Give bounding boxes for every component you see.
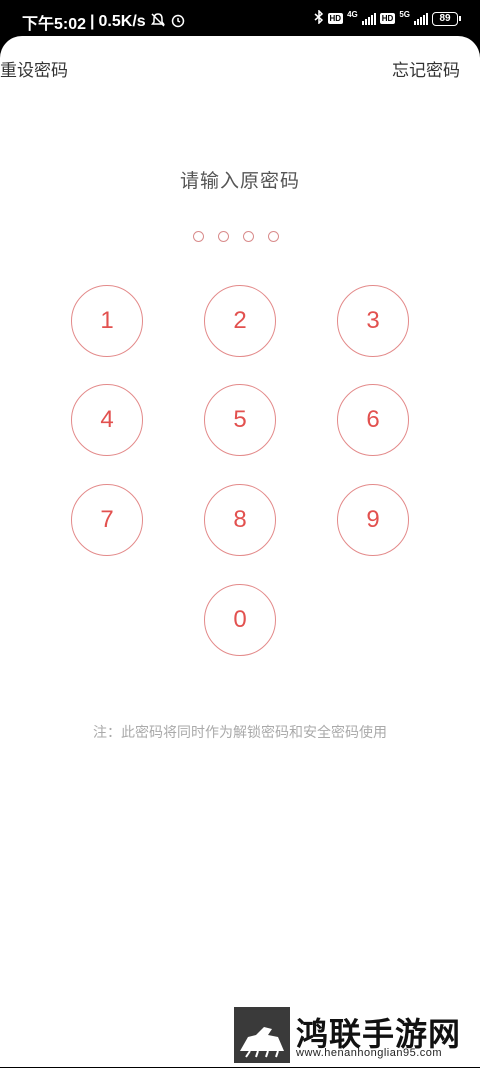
- key-7[interactable]: 7: [71, 484, 143, 556]
- status-separator: |: [90, 13, 95, 30]
- key-3[interactable]: 3: [337, 285, 409, 357]
- watermark: 鸿联手游网 www.henanhonglian95.com: [234, 1007, 468, 1063]
- signal-icon: [361, 12, 376, 25]
- pin-dot: [218, 231, 229, 242]
- password-screen: 重设密码 忘记密码 请输入原密码 1 2 3 4 5 6 7 8 9 0 注：此…: [0, 36, 480, 1067]
- watermark-logo-icon: [234, 1007, 290, 1063]
- hd-badge: HD: [327, 13, 344, 24]
- pin-dot: [268, 231, 279, 242]
- battery-icon: 89: [432, 11, 461, 26]
- key-2[interactable]: 2: [204, 285, 276, 357]
- key-5[interactable]: 5: [204, 384, 276, 456]
- watermark-url: www.henanhonglian95.com: [296, 1047, 443, 1059]
- alarm-icon: [170, 12, 186, 33]
- mute-bell-icon: [150, 12, 166, 33]
- network-type: 5G: [399, 10, 410, 19]
- key-4[interactable]: 4: [71, 384, 143, 456]
- key-1[interactable]: 1: [71, 285, 143, 357]
- pin-indicator: [193, 231, 279, 242]
- signal-icon: [414, 12, 428, 25]
- key-8[interactable]: 8: [204, 484, 276, 556]
- status-bar: 下午5:02 | 0.5K/s HD 4G HD 5G 89: [0, 0, 480, 38]
- password-prompt: 请输入原密码: [179, 171, 300, 192]
- pin-dot: [243, 231, 254, 242]
- forgot-password-button[interactable]: 忘记密码: [392, 56, 460, 81]
- network-type: 4G: [347, 10, 358, 19]
- reset-password-button[interactable]: 重设密码: [0, 56, 68, 81]
- password-note: 注：此密码将同时作为解锁密码和安全密码使用: [93, 724, 387, 740]
- key-0[interactable]: 0: [204, 584, 276, 656]
- key-6[interactable]: 6: [337, 384, 409, 456]
- network-speed: 0.5K/s: [98, 13, 146, 30]
- bluetooth-icon: [314, 9, 324, 27]
- hd-badge: HD: [379, 13, 396, 24]
- status-left: 下午5:02 | 0.5K/s: [22, 10, 186, 34]
- status-right: HD 4G HD 5G 89: [314, 9, 461, 27]
- status-time: 下午5:02: [22, 16, 87, 33]
- pin-dot: [193, 231, 204, 242]
- key-9[interactable]: 9: [337, 484, 409, 556]
